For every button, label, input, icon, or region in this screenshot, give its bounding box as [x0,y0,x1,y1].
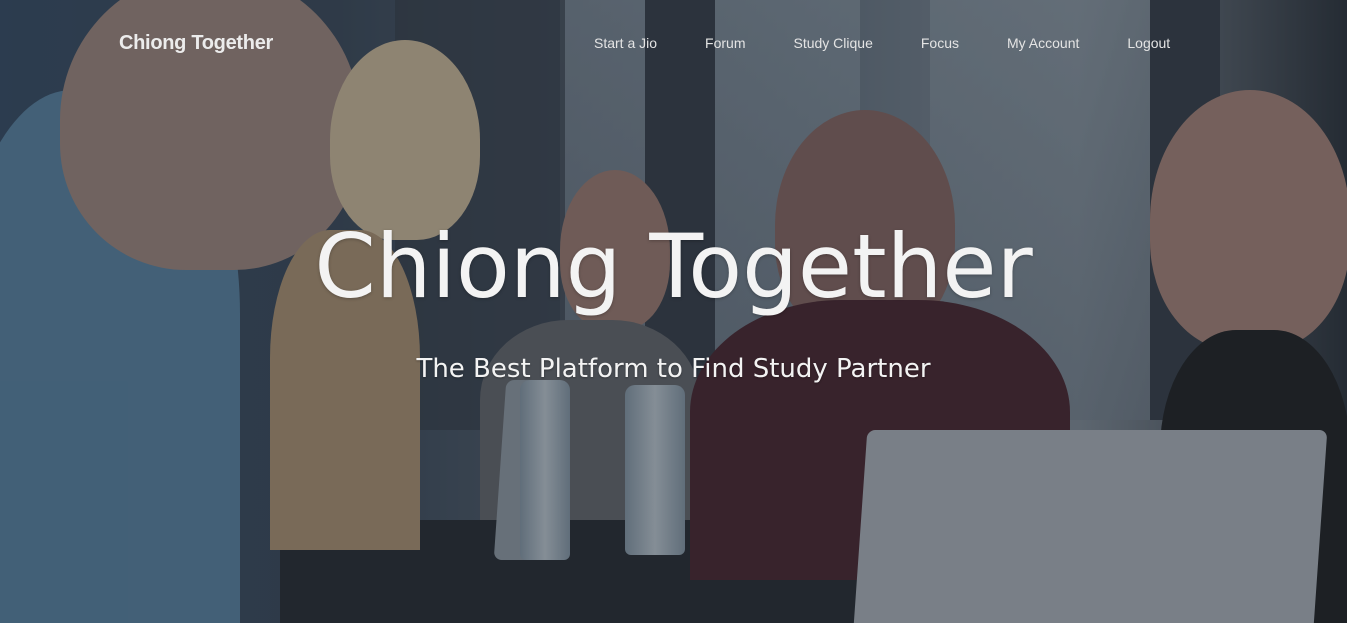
nav-link-start-a-jio[interactable]: Start a Jio [594,35,657,51]
brand-logo-link[interactable]: Chiong Together [119,32,273,55]
hero-content: Chiong Together The Best Platform to Fin… [0,212,1347,386]
nav-link-focus[interactable]: Focus [921,35,959,51]
hero-section: Chiong Together Start a Jio Forum Study … [0,0,1347,623]
nav-links: Start a Jio Forum Study Clique Focus My … [594,35,1170,51]
hero-subtitle: The Best Platform to Find Study Partner [416,354,931,384]
hero-title: Chiong Together [314,215,1033,318]
navbar: Chiong Together Start a Jio Forum Study … [0,0,1347,90]
nav-link-logout[interactable]: Logout [1127,35,1170,51]
nav-link-forum[interactable]: Forum [705,35,745,51]
nav-link-study-clique[interactable]: Study Clique [793,35,872,51]
nav-link-my-account[interactable]: My Account [1007,35,1079,51]
